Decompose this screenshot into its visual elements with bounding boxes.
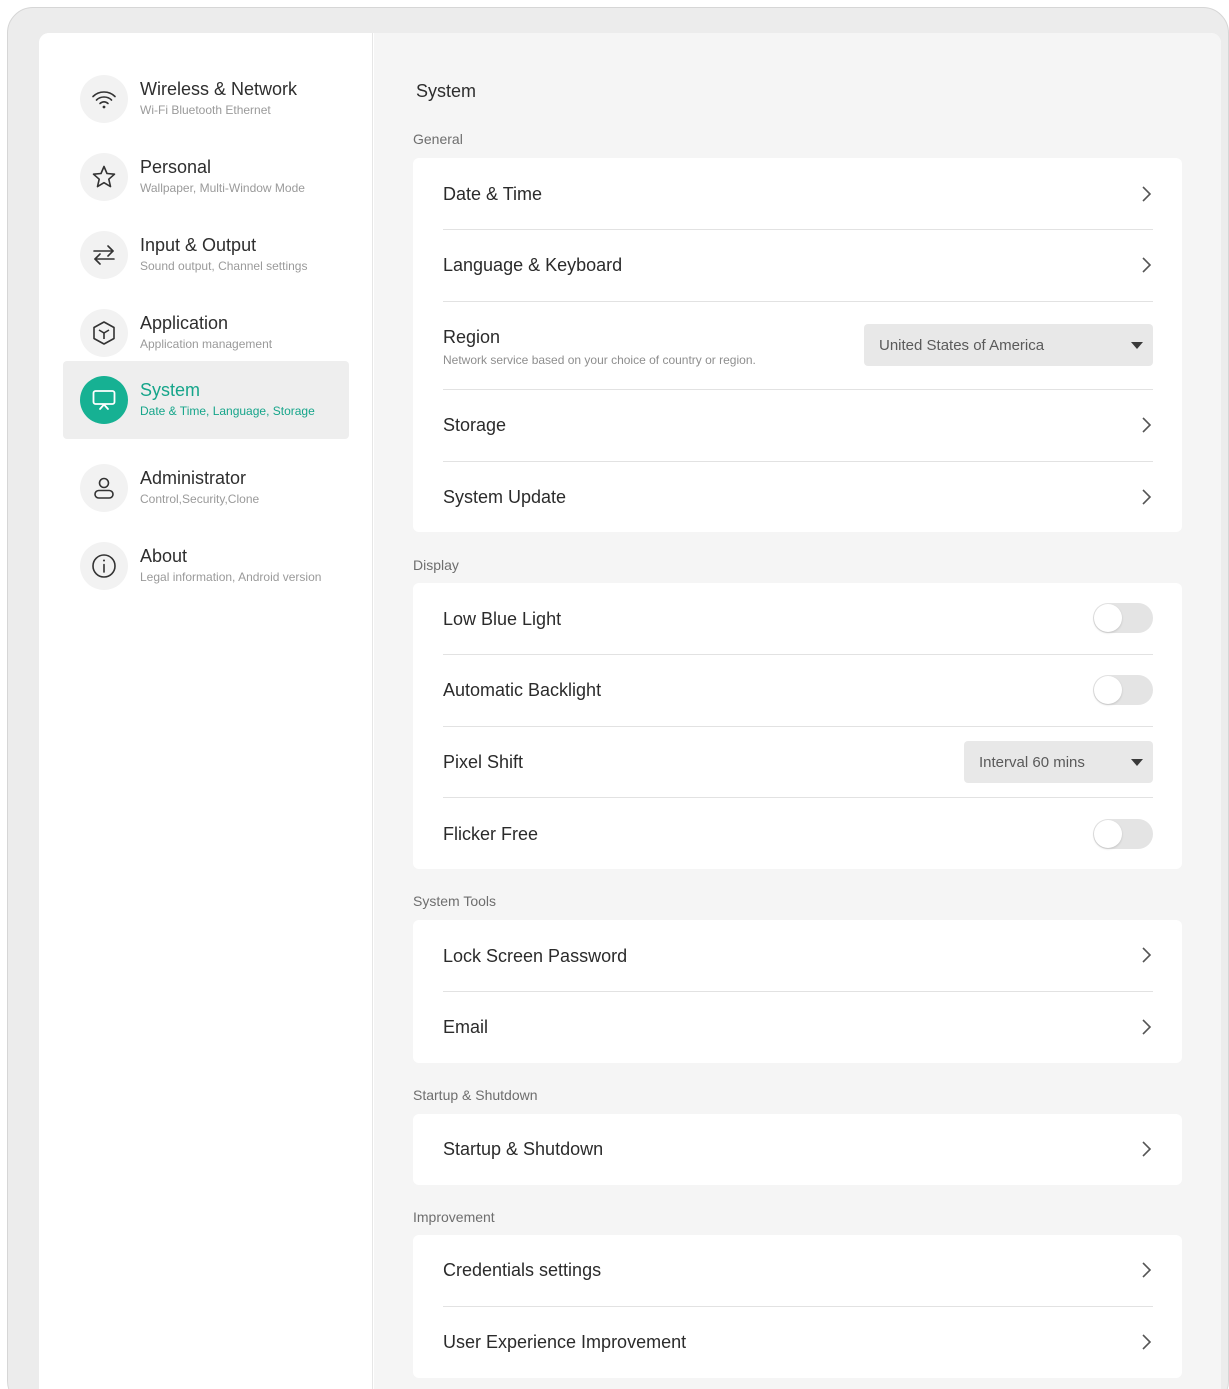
toggle-knob	[1094, 820, 1122, 848]
chevron-right-icon	[1142, 186, 1152, 202]
sidebar-item-subtitle: Wallpaper, Multi-Window Mode	[140, 181, 305, 195]
chevron-right-icon	[1142, 257, 1152, 273]
low-blue-light-toggle[interactable]	[1093, 603, 1153, 633]
sidebar-item-title: Application	[140, 313, 229, 333]
pixel-shift-select[interactable]: Interval 60 mins	[964, 741, 1153, 783]
sidebar-item-input-output[interactable]: Input & Output Sound output, Channel set…	[63, 216, 349, 294]
sidebar-item-subtitle: Control,Security,Clone	[140, 492, 260, 506]
system-tools-card: Lock Screen Password Email	[413, 920, 1182, 1063]
region-select[interactable]: United States of America	[864, 324, 1153, 366]
flicker-free-row: Flicker Free	[443, 798, 1153, 869]
sidebar-item-title: Administrator	[140, 468, 247, 488]
sidebar-item-title: System	[140, 380, 201, 400]
row-label: Flicker Free	[443, 824, 539, 844]
sidebar-item-subtitle: Sound output, Channel settings	[140, 259, 308, 273]
flicker-free-toggle[interactable]	[1093, 819, 1153, 849]
chevron-right-icon	[1142, 1141, 1152, 1157]
sidebar-item-personal[interactable]: Personal Wallpaper, Multi-Window Mode	[63, 138, 349, 216]
chevron-right-icon	[1142, 489, 1152, 505]
row-label: Startup & Shutdown	[443, 1139, 604, 1159]
device-bezel: Wireless & Network Wi-Fi Bluetooth Ether…	[7, 7, 1229, 1389]
sidebar-item-title: Personal	[140, 157, 212, 177]
row-label: Pixel Shift	[443, 752, 524, 772]
sidebar-item-subtitle: Wi-Fi Bluetooth Ethernet	[140, 103, 271, 117]
sidebar-item-about[interactable]: About Legal information, Android version	[63, 527, 349, 605]
settings-panel: System General Date & Time Language & Ke…	[374, 33, 1221, 1389]
chevron-right-icon	[1142, 947, 1152, 963]
automatic-backlight-toggle[interactable]	[1093, 675, 1153, 705]
caret-down-icon	[1131, 759, 1143, 766]
row-subtitle: Network service based on your choice of …	[443, 353, 756, 367]
row-label: User Experience Improvement	[443, 1332, 687, 1352]
row-label: Region	[443, 327, 501, 347]
section-label-improvement: Improvement	[413, 1209, 495, 1225]
email-row[interactable]: Email	[443, 992, 1153, 1063]
sidebar-item-administrator[interactable]: Administrator Control,Security,Clone	[63, 449, 349, 527]
section-label-general: General	[413, 131, 463, 147]
system-update-row[interactable]: System Update	[443, 462, 1153, 532]
row-label: System Update	[443, 487, 567, 507]
star-icon	[80, 153, 128, 201]
row-label: Credentials settings	[443, 1260, 602, 1280]
row-label: Date & Time	[443, 184, 543, 204]
sidebar-item-title: Input & Output	[140, 235, 257, 255]
language-keyboard-row[interactable]: Language & Keyboard	[443, 230, 1153, 301]
page-title: System	[416, 81, 477, 101]
chevron-right-icon	[1142, 1019, 1152, 1035]
date-time-row[interactable]: Date & Time	[443, 158, 1153, 229]
cube-icon	[80, 309, 128, 357]
settings-screen: Wireless & Network Wi-Fi Bluetooth Ether…	[39, 33, 1221, 1389]
row-label: Language & Keyboard	[443, 255, 623, 275]
chevron-right-icon	[1142, 1262, 1152, 1278]
sidebar-item-subtitle: Application management	[140, 337, 273, 351]
user-experience-improvement-row[interactable]: User Experience Improvement	[443, 1307, 1153, 1378]
sidebar-item-subtitle: Date & Time, Language, Storage	[140, 404, 315, 418]
presentation-board-icon	[80, 376, 128, 424]
section-label-system-tools: System Tools	[413, 893, 496, 909]
automatic-backlight-row: Automatic Backlight	[443, 655, 1153, 726]
chevron-right-icon	[1142, 1334, 1152, 1350]
sidebar-item-title: Wireless & Network	[140, 79, 298, 99]
section-label-startup-shutdown: Startup & Shutdown	[413, 1087, 538, 1103]
sidebar: Wireless & Network Wi-Fi Bluetooth Ether…	[39, 33, 373, 1389]
improvement-card: Credentials settings User Experience Imp…	[413, 1235, 1182, 1378]
credentials-settings-row[interactable]: Credentials settings	[443, 1235, 1153, 1306]
row-label: Email	[443, 1017, 489, 1037]
select-value: Interval 60 mins	[979, 754, 1085, 771]
sidebar-item-title: About	[140, 546, 188, 566]
sidebar-item-wireless-network[interactable]: Wireless & Network Wi-Fi Bluetooth Ether…	[63, 60, 349, 138]
low-blue-light-row: Low Blue Light	[443, 583, 1153, 654]
sidebar-item-subtitle: Legal information, Android version	[140, 570, 322, 584]
display-card: Low Blue Light Automatic Backlight Pixel…	[413, 583, 1182, 869]
info-icon	[80, 542, 128, 590]
section-label-display: Display	[413, 557, 459, 573]
lock-screen-password-row[interactable]: Lock Screen Password	[443, 920, 1153, 991]
row-label: Automatic Backlight	[443, 680, 602, 700]
general-card: Date & Time Language & Keyboard Region N…	[413, 158, 1182, 532]
wifi-icon	[80, 75, 128, 123]
startup-shutdown-row[interactable]: Startup & Shutdown	[443, 1114, 1153, 1185]
storage-row[interactable]: Storage	[443, 390, 1153, 461]
user-icon	[80, 464, 128, 512]
sidebar-item-system[interactable]: System Date & Time, Language, Storage	[63, 361, 349, 439]
toggle-knob	[1094, 676, 1122, 704]
row-label: Storage	[443, 415, 507, 435]
swap-arrows-icon	[80, 231, 128, 279]
select-value: United States of America	[879, 337, 1045, 354]
startup-shutdown-card: Startup & Shutdown	[413, 1114, 1182, 1185]
chevron-right-icon	[1142, 417, 1152, 433]
row-label: Low Blue Light	[443, 609, 562, 629]
row-label: Lock Screen Password	[443, 946, 628, 966]
toggle-knob	[1094, 604, 1122, 632]
caret-down-icon	[1131, 342, 1143, 349]
